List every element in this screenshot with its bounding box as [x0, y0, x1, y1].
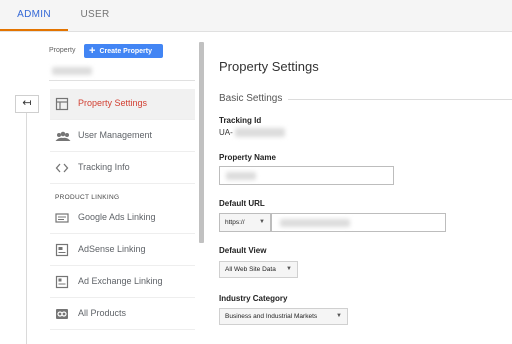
create-property-button[interactable]: + Create Property: [84, 44, 163, 58]
back-button[interactable]: ↤: [15, 95, 39, 113]
property-divider: [49, 80, 195, 81]
product-linking-heading: PRODUCT LINKING: [55, 194, 120, 201]
sidebar-item-adsense-linking[interactable]: AdSense Linking: [50, 235, 195, 266]
industry-category-label: Industry Category: [219, 294, 288, 303]
sidebar-item-label: Tracking Info: [78, 162, 130, 172]
users-icon: [55, 129, 71, 143]
create-property-label: Create Property: [99, 48, 152, 55]
ad-exchange-icon: [55, 275, 69, 289]
default-view-select[interactable]: All Web Site Data ▼: [219, 261, 298, 278]
property-selector-redacted[interactable]: [52, 67, 92, 75]
sidebar-item-label: All Products: [78, 308, 127, 318]
section-divider: [288, 99, 512, 100]
property-name-label: Property Name: [219, 153, 276, 162]
default-url-input[interactable]: [271, 213, 446, 232]
sidebar-item-label: AdSense Linking: [78, 244, 146, 254]
default-view-value: All Web Site Data: [225, 266, 276, 273]
sidebar-item-property-settings[interactable]: Property Settings: [50, 89, 195, 120]
sidebar-item-label: Google Ads Linking: [78, 212, 156, 222]
sidebar-item-ad-exchange-linking[interactable]: Ad Exchange Linking: [50, 267, 195, 298]
chevron-down-icon: ▼: [336, 313, 342, 319]
tab-admin[interactable]: ADMIN: [0, 0, 68, 31]
protocol-select[interactable]: https:// ▼: [219, 213, 271, 232]
sidebar-item-tracking-info[interactable]: Tracking Info: [50, 153, 195, 184]
sidebar-item-label: Property Settings: [78, 98, 148, 108]
adsense-icon: [55, 243, 69, 257]
default-url-redacted: [280, 219, 350, 227]
tab-user[interactable]: USER: [72, 0, 118, 31]
sidebar-item-user-management[interactable]: User Management: [50, 121, 195, 152]
property-label: Property: [49, 47, 76, 54]
rail-line: [26, 96, 27, 344]
sidebar-item-label: User Management: [78, 130, 153, 140]
sidebar-item-google-ads-linking[interactable]: Google Ads Linking: [50, 203, 195, 234]
tracking-id-prefix: UA-: [219, 128, 233, 137]
default-url-label: Default URL: [219, 199, 265, 208]
industry-category-select[interactable]: Business and Industrial Markets ▼: [219, 308, 348, 325]
property-name-redacted: [226, 172, 256, 180]
page-title: Property Settings: [219, 59, 319, 74]
property-settings-icon: [55, 97, 69, 111]
back-arrow-icon: ↤: [22, 97, 32, 109]
sidebar-scrollbar[interactable]: [199, 42, 204, 243]
admin-topbar: ADMIN USER: [0, 0, 512, 32]
tracking-id-label: Tracking Id: [219, 116, 262, 125]
property-name-input[interactable]: [219, 166, 394, 185]
google-ads-icon: [55, 211, 69, 225]
tracking-id-redacted: [235, 128, 285, 137]
plus-icon: +: [89, 45, 96, 57]
section-title: Basic Settings: [219, 93, 283, 104]
chevron-down-icon: ▼: [259, 219, 265, 225]
chevron-down-icon: ▼: [286, 266, 292, 272]
code-icon: [55, 161, 69, 175]
sidebar-item-label: Ad Exchange Linking: [78, 276, 163, 286]
default-view-label: Default View: [219, 246, 267, 255]
industry-category-value: Business and Industrial Markets: [225, 313, 318, 320]
sidebar-item-all-products[interactable]: All Products: [50, 299, 195, 330]
link-icon: [55, 307, 69, 321]
protocol-value: https://: [225, 219, 245, 226]
